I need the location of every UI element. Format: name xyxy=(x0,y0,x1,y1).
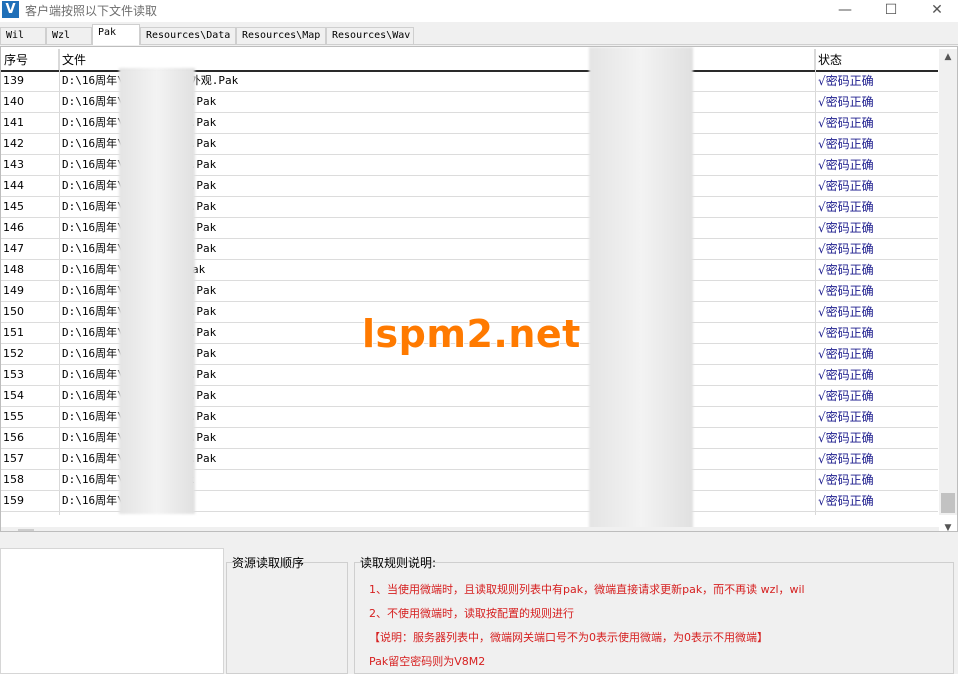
row-status: √密码正确 xyxy=(818,494,874,508)
rule-line: 1、当使用微端时，且读取规则列表中有pak，微端直接请求更新pak，而不再读 w… xyxy=(369,583,805,596)
row-seq: 145 xyxy=(3,200,24,213)
row-seq: 146 xyxy=(3,221,24,234)
row-seq: 149 xyxy=(3,284,24,297)
row-status: √密码正确 xyxy=(818,74,874,88)
row-seq: 140 xyxy=(3,95,24,108)
column-header-seq[interactable]: 序号 xyxy=(1,49,59,71)
row-status: √密码正确 xyxy=(818,158,874,172)
row-status: √密码正确 xyxy=(818,284,874,298)
row-seq: 159 xyxy=(3,494,24,507)
row-status: √密码正确 xyxy=(818,179,874,193)
row-status: √密码正确 xyxy=(818,95,874,109)
row-seq: 155 xyxy=(3,410,24,423)
row-status: √密码正确 xyxy=(818,200,874,214)
scroll-right-arrow-icon[interactable]: ▶ xyxy=(930,527,947,531)
row-seq: 142 xyxy=(3,137,24,150)
rules-label: 读取规则说明: xyxy=(360,556,437,570)
vertical-scrollbar[interactable]: ▲ ▼ xyxy=(939,49,957,531)
tab-wil[interactable]: Wil xyxy=(0,27,46,45)
row-seq: 152 xyxy=(3,347,24,360)
row-seq: 143 xyxy=(3,158,24,171)
window-title: 客户端按照以下文件读取 xyxy=(25,4,158,18)
tab-strip: Wil Wzl Pak Resources\Data Resources\Map… xyxy=(0,24,958,45)
row-seq: 151 xyxy=(3,326,24,339)
row-seq: 156 xyxy=(3,431,24,444)
redacted-path-mask xyxy=(119,68,195,514)
row-seq: 148 xyxy=(3,263,24,276)
bottom-panel: 资源读取顺序 1、当使用微端时，且读取规则列表中有pak，微端直接请求更新pak… xyxy=(0,548,958,674)
row-status: √密码正确 xyxy=(818,137,874,151)
row-status: √密码正确 xyxy=(818,347,874,361)
row-status: √密码正确 xyxy=(818,473,874,487)
redacted-password-mask xyxy=(589,47,693,531)
row-status: √密码正确 xyxy=(818,410,874,424)
column-header-status[interactable]: 状态 xyxy=(815,49,938,71)
tab-resources-wav[interactable]: Resources\Wav xyxy=(326,27,414,45)
title-bar: V 客户端按照以下文件读取 — ☐ ✕ xyxy=(0,0,958,22)
file-table[interactable]: 序号 文件 密码 状态 139D:\16周年\水墨雷霆衣服外观.Pak√密码正确… xyxy=(0,46,958,532)
row-status: √密码正确 xyxy=(818,116,874,130)
rule-line: 【说明：服务器列表中，微端网关端口号不为0表示使用微端，为0表示不用微端】 xyxy=(369,631,768,644)
scroll-left-arrow-icon[interactable]: ◀ xyxy=(1,527,18,531)
watermark-text: lspm2.net xyxy=(362,312,581,356)
row-seq: 147 xyxy=(3,242,24,255)
row-status: √密码正确 xyxy=(818,431,874,445)
left-blank-panel xyxy=(0,548,224,674)
minimize-button[interactable]: — xyxy=(822,0,868,22)
horizontal-scrollbar[interactable]: ◀ ▶ xyxy=(1,527,939,531)
row-seq: 158 xyxy=(3,473,24,486)
tab-pak[interactable]: Pak xyxy=(92,24,140,45)
row-seq: 141 xyxy=(3,116,24,129)
row-status: √密码正确 xyxy=(818,368,874,382)
row-seq: 157 xyxy=(3,452,24,465)
resource-order-list[interactable] xyxy=(226,562,348,674)
maximize-button[interactable]: ☐ xyxy=(868,0,914,22)
tab-resources-map[interactable]: Resources\Map xyxy=(236,27,326,45)
scroll-up-arrow-icon[interactable]: ▲ xyxy=(939,49,957,66)
vertical-scroll-thumb[interactable] xyxy=(941,493,955,513)
row-status: √密码正确 xyxy=(818,389,874,403)
tab-wzl[interactable]: Wzl xyxy=(46,27,92,45)
row-seq: 150 xyxy=(3,305,24,318)
row-seq: 154 xyxy=(3,389,24,402)
rule-line: 2、不使用微端时，读取按配置的规则进行 xyxy=(369,607,574,620)
horizontal-scroll-thumb[interactable] xyxy=(18,529,34,531)
close-button[interactable]: ✕ xyxy=(914,0,958,22)
tab-resources-data[interactable]: Resources\Data xyxy=(140,27,236,45)
row-status: √密码正确 xyxy=(818,242,874,256)
row-status: √密码正确 xyxy=(818,326,874,340)
row-status: √密码正确 xyxy=(818,263,874,277)
rule-line: Pak留空密码则为V8M2 xyxy=(369,655,486,668)
resource-order-label: 资源读取顺序 xyxy=(232,556,305,570)
row-status: √密码正确 xyxy=(818,305,874,319)
row-seq: 153 xyxy=(3,368,24,381)
row-seq: 144 xyxy=(3,179,24,192)
row-seq: 139 xyxy=(3,74,24,87)
app-logo-icon: V xyxy=(2,1,19,18)
rules-description-box: 1、当使用微端时，且读取规则列表中有pak，微端直接请求更新pak，而不再读 w… xyxy=(354,562,954,674)
row-status: √密码正确 xyxy=(818,221,874,235)
row-status: √密码正确 xyxy=(818,452,874,466)
